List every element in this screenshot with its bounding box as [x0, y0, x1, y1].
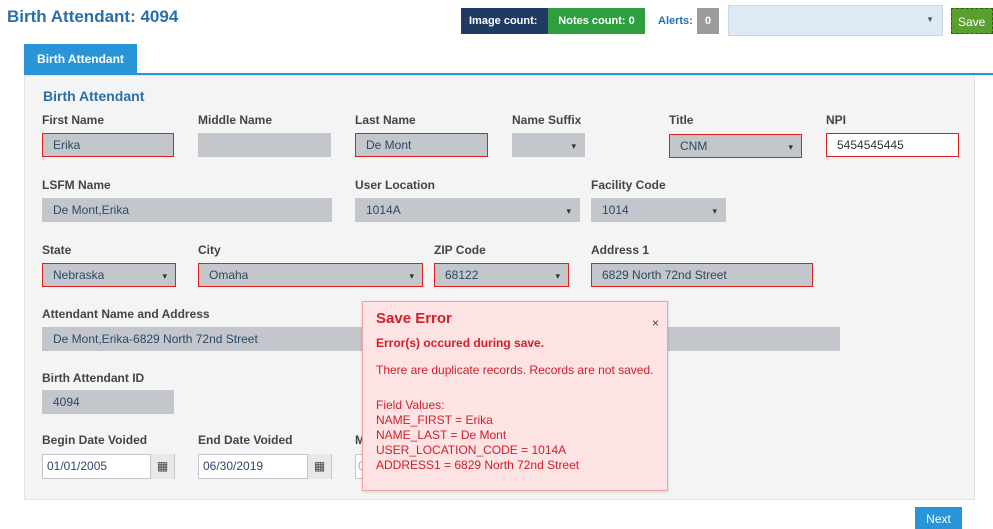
title-select[interactable]: CNM ▾ — [669, 134, 802, 158]
next-button[interactable]: Next — [915, 507, 962, 529]
last-name-label: Last Name — [355, 113, 416, 127]
lsfm-name-label: LSFM Name — [42, 178, 111, 192]
chevron-down-icon: ▾ — [788, 142, 793, 152]
address1-field[interactable]: 6829 North 72nd Street — [591, 263, 813, 287]
field-value-line: ADDRESS1 = 6829 North 72nd Street — [376, 458, 580, 472]
attendant-name-address-label: Attendant Name and Address — [42, 307, 210, 321]
chevron-down-icon: ▾ — [566, 206, 571, 216]
chevron-down-icon: ▾ — [162, 271, 167, 281]
title-label: Title — [669, 113, 694, 127]
chevron-down-icon: ▾ — [712, 206, 717, 216]
save-error-dialog: Save Error × Error(s) occured during sav… — [362, 301, 668, 491]
section-title: Birth Attendant — [43, 88, 145, 104]
zip-code-label: ZIP Code — [434, 243, 486, 257]
zip-code-value: 68122 — [445, 268, 479, 282]
chevron-down-icon: ▼ — [926, 15, 934, 24]
middle-name-field[interactable] — [198, 133, 331, 157]
end-date-voided-input[interactable]: 06/30/2019 ▦ — [198, 454, 332, 479]
alerts-label: Alerts: — [658, 15, 693, 27]
first-name-label: First Name — [42, 113, 105, 127]
end-date-voided-value: 06/30/2019 — [203, 459, 264, 473]
zip-code-select[interactable]: 68122 ▾ — [434, 263, 569, 287]
name-suffix-label: Name Suffix — [512, 113, 582, 127]
title-value: CNM — [680, 139, 708, 153]
state-value: Nebraska — [53, 268, 105, 282]
state-label: State — [42, 243, 72, 257]
dialog-title: Save Error — [376, 310, 452, 327]
action-select[interactable]: ▼ — [728, 5, 943, 36]
begin-date-voided-input[interactable]: 01/01/2005 ▦ — [42, 454, 175, 479]
dialog-field-values: Field Values: NAME_FIRST = Erika NAME_LA… — [376, 398, 579, 473]
begin-date-voided-value: 01/01/2005 — [47, 459, 108, 473]
last-name-field[interactable]: De Mont — [355, 133, 488, 157]
field-value-line: NAME_LAST = De Mont — [376, 428, 507, 442]
image-count-badge[interactable]: Image count: 0 — [461, 8, 548, 53]
npi-field[interactable]: 5454545445 — [826, 133, 959, 157]
address1-label: Address 1 — [591, 243, 650, 257]
first-name-field[interactable]: Erika — [42, 133, 174, 157]
field-value-line: NAME_FIRST = Erika — [376, 413, 493, 427]
birth-attendant-id-field: 4094 — [42, 390, 174, 414]
dialog-subtitle: Error(s) occured during save. — [376, 336, 545, 350]
field-values-heading: Field Values: — [376, 398, 445, 412]
chevron-down-icon: ▾ — [409, 271, 414, 281]
user-location-label: User Location — [355, 178, 436, 192]
facility-code-select[interactable]: 1014 ▾ — [591, 198, 726, 222]
city-value: Omaha — [209, 268, 249, 282]
close-icon[interactable]: × — [652, 316, 659, 330]
dialog-message: There are duplicate records. Records are… — [376, 363, 654, 377]
user-location-select[interactable]: 1014A ▾ — [355, 198, 580, 222]
city-select[interactable]: Omaha ▾ — [198, 263, 423, 287]
notes-count-badge[interactable]: Notes count: 0 — [548, 8, 645, 34]
city-label: City — [198, 243, 221, 257]
calendar-icon[interactable]: ▦ — [307, 454, 331, 479]
npi-label: NPI — [826, 113, 847, 127]
page-title: Birth Attendant: 4094 — [7, 7, 179, 26]
field-value-line: USER_LOCATION_CODE = 1014A — [376, 443, 567, 457]
calendar-icon[interactable]: ▦ — [150, 454, 174, 479]
chevron-down-icon: ▾ — [571, 141, 576, 151]
alerts-count-badge[interactable]: 0 — [697, 8, 719, 34]
lsfm-name-field[interactable]: De Mont,Erika — [42, 198, 332, 222]
birth-attendant-id-label: Birth Attendant ID — [42, 371, 145, 385]
facility-code-label: Facility Code — [591, 178, 666, 192]
end-date-voided-label: End Date Voided — [198, 433, 293, 447]
middle-name-label: Middle Name — [198, 113, 273, 127]
begin-date-voided-label: Begin Date Voided — [42, 433, 148, 447]
state-select[interactable]: Nebraska ▾ — [42, 263, 176, 287]
tab-birth-attendant[interactable]: Birth Attendant — [24, 44, 137, 74]
save-button[interactable]: Save — [951, 8, 993, 34]
facility-code-value: 1014 — [602, 203, 629, 217]
chevron-down-icon: ▾ — [555, 271, 560, 281]
name-suffix-select[interactable]: ▾ — [512, 133, 585, 157]
user-location-value: 1014A — [366, 203, 401, 217]
